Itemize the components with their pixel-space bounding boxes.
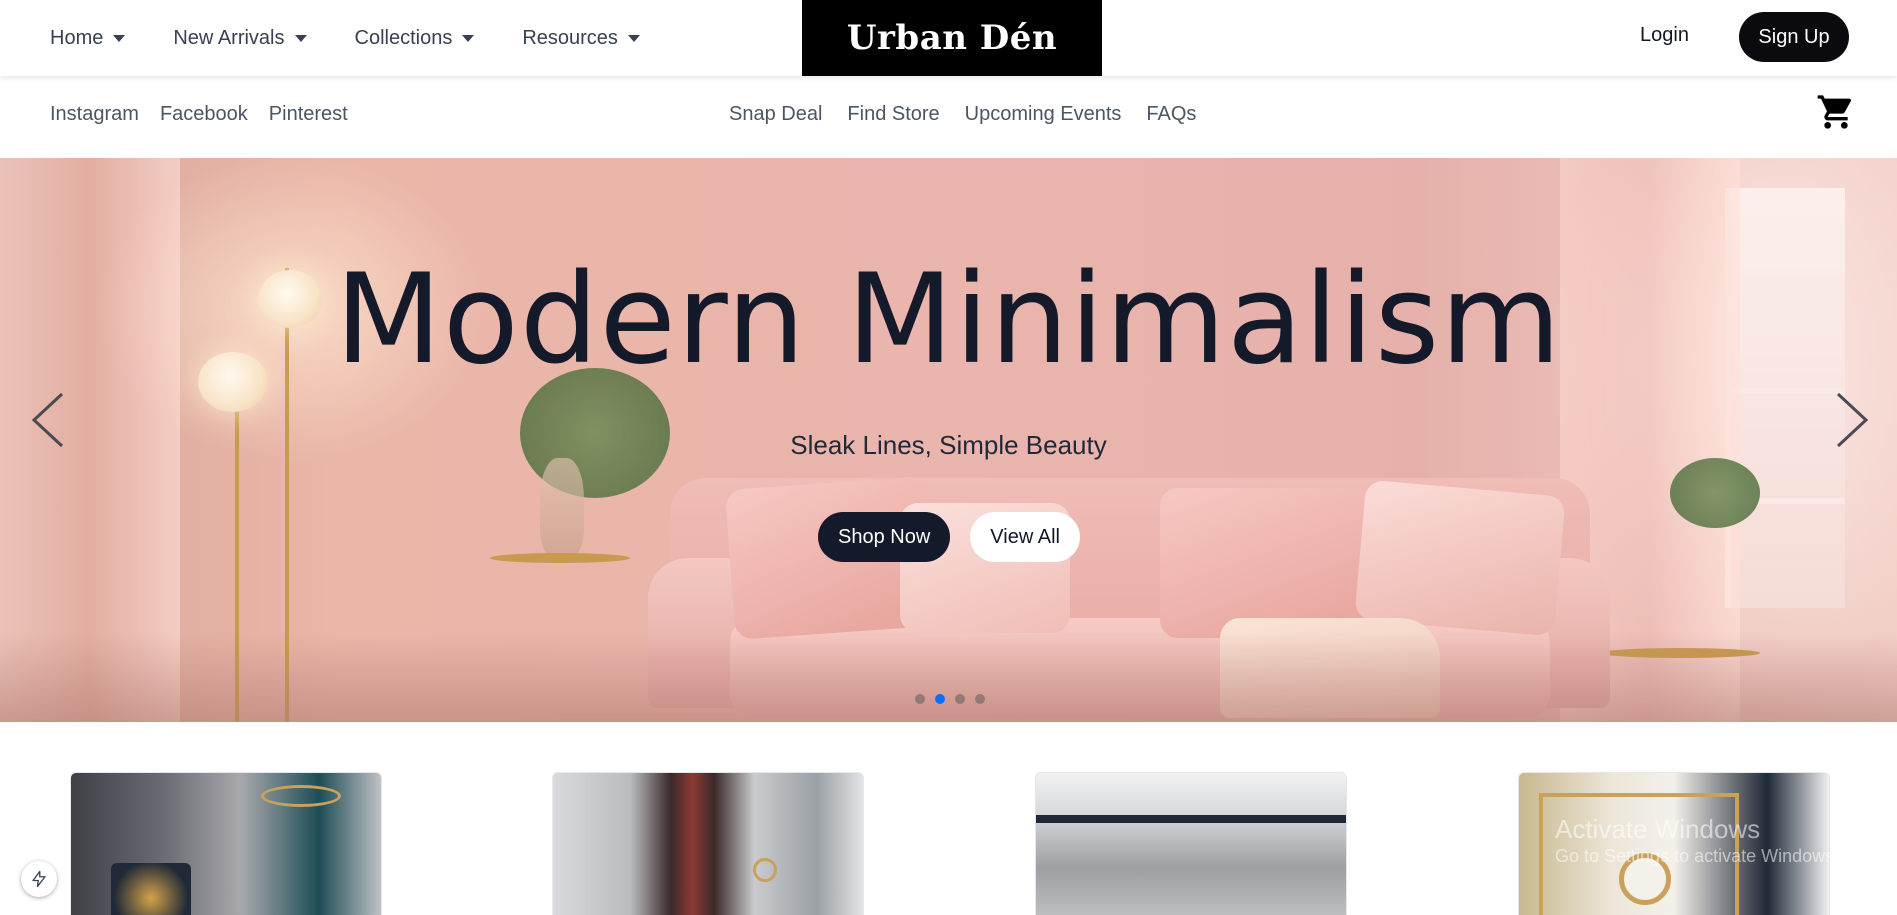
brand-logo[interactable]: Urban Dén xyxy=(802,0,1102,76)
vase-decor xyxy=(540,458,584,558)
caret-down-icon xyxy=(462,34,475,42)
menu-item-label: Collections xyxy=(354,26,453,49)
ceiling-beam-image xyxy=(1036,815,1346,823)
faqs-link[interactable]: FAQs xyxy=(1146,103,1196,126)
wall-art-image xyxy=(111,863,191,915)
bolt-icon xyxy=(32,870,46,888)
hero-buttons: Shop Now View All xyxy=(818,512,1080,562)
pinterest-link[interactable]: Pinterest xyxy=(269,103,348,126)
menu-item-resources[interactable]: Resources xyxy=(522,27,640,50)
plant-decor xyxy=(1670,458,1760,528)
product-card-4[interactable] xyxy=(1518,772,1830,915)
carousel-dot-3[interactable] xyxy=(955,694,965,704)
menu-item-label: Resources xyxy=(522,26,618,49)
facebook-link[interactable]: Facebook xyxy=(160,103,248,126)
hero-carousel: Modern Minimalism Sleak Lines, Simple Be… xyxy=(0,158,1897,722)
product-card-3[interactable] xyxy=(1035,772,1347,915)
chevron-left-icon[interactable] xyxy=(30,390,70,450)
hero-title: Modern Minimalism xyxy=(334,248,1563,392)
carousel-dot-1[interactable] xyxy=(915,694,925,704)
carousel-dot-4[interactable] xyxy=(975,694,985,704)
menu-item-label: New Arrivals xyxy=(173,26,285,49)
caret-down-icon xyxy=(294,34,307,42)
snap-deal-link[interactable]: Snap Deal xyxy=(729,103,822,126)
shop-now-button[interactable]: Shop Now xyxy=(818,512,951,562)
product-card-1[interactable] xyxy=(70,772,382,915)
hero-window-decor xyxy=(1725,188,1845,608)
signup-button[interactable]: Sign Up xyxy=(1739,12,1849,62)
product-card-2[interactable] xyxy=(552,772,864,915)
menu-item-home[interactable]: Home xyxy=(50,26,126,50)
shopping-cart-icon[interactable] xyxy=(1816,92,1856,132)
chevron-right-icon[interactable] xyxy=(1830,390,1870,450)
menu-item-new-arrivals[interactable]: New Arrivals xyxy=(173,26,307,50)
hero-subtitle: Sleak Lines, Simple Beauty xyxy=(790,430,1107,460)
login-link[interactable]: Login xyxy=(1640,24,1689,47)
utility-links: Snap Deal Find Store Upcoming Events FAQ… xyxy=(729,76,1196,152)
caret-down-icon xyxy=(113,34,126,42)
chandelier-image xyxy=(261,785,341,807)
main-menu: Home New Arrivals Collections Resources xyxy=(50,0,688,76)
view-all-button[interactable]: View All xyxy=(970,512,1080,562)
carousel-dot-2[interactable] xyxy=(935,694,945,704)
menu-item-collections[interactable]: Collections xyxy=(355,27,475,50)
instagram-link[interactable]: Instagram xyxy=(50,103,139,126)
floor-decor xyxy=(0,632,1897,722)
secondary-navbar: Instagram Facebook Pinterest Snap Deal F… xyxy=(0,76,1897,158)
quick-action-button[interactable] xyxy=(21,861,57,897)
decor-image xyxy=(753,858,777,882)
carousel-indicators xyxy=(915,694,985,704)
upcoming-events-link[interactable]: Upcoming Events xyxy=(965,103,1122,126)
social-links: Instagram Facebook Pinterest xyxy=(50,76,348,152)
pillow-decor xyxy=(1354,479,1566,637)
top-navbar: Home New Arrivals Collections Resources … xyxy=(0,0,1897,76)
pillow-decor xyxy=(1160,488,1370,638)
menu-item-label: Home xyxy=(50,26,104,49)
find-store-link[interactable]: Find Store xyxy=(847,103,939,126)
caret-down-icon xyxy=(627,34,640,42)
side-table-decor xyxy=(490,553,630,563)
product-cards xyxy=(0,772,1897,915)
medallion-image xyxy=(1619,853,1671,905)
